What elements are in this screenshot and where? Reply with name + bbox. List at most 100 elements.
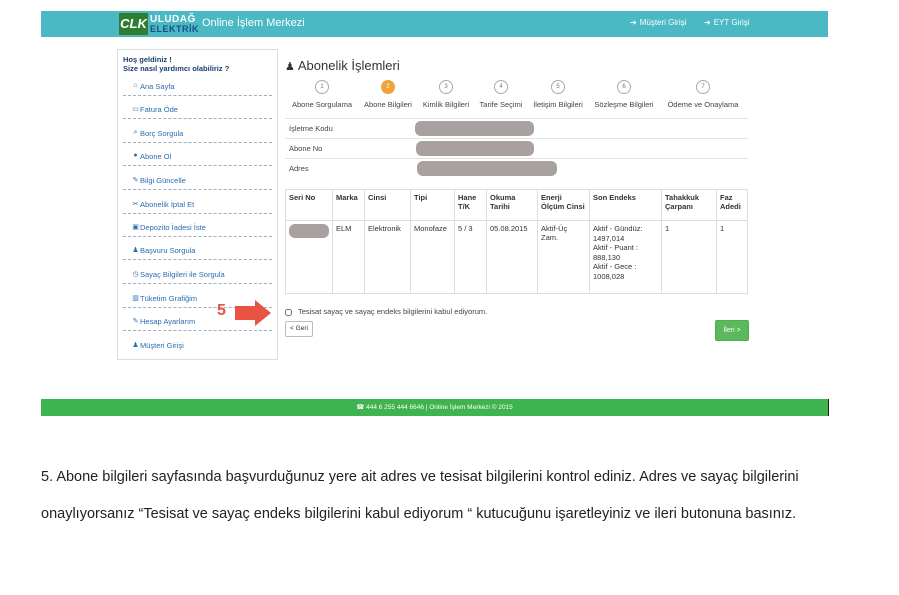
clock-icon: ◷	[132, 271, 139, 278]
edit-icon: ✎	[132, 177, 139, 184]
col-last-index: Son Endeks	[589, 189, 662, 221]
sidebar-item-label: Bilgi Güncelle	[140, 176, 186, 185]
edit-icon: ✎	[132, 318, 139, 325]
cell-energy-type: Aktif-Üç Zam.	[537, 220, 590, 294]
cell-serial-no	[285, 220, 333, 294]
redacted-value	[416, 141, 534, 156]
step-number: 1	[315, 80, 329, 94]
col-energy-type: Enerji Ölçüm Cinsi	[537, 189, 590, 221]
sidebar-item-label: Abonelik İptal Et	[140, 200, 195, 209]
sidebar-item-debt-query[interactable]: ⌕ Borç Sorgula	[123, 120, 272, 143]
sign-in-icon: ➜	[630, 18, 637, 27]
uludag-elektrik-logo[interactable]: CLK ULUDAĞ ELEKTRİK	[119, 13, 199, 35]
globe-icon: ●	[133, 152, 138, 159]
col-phase-type: Tipi	[410, 189, 455, 221]
bar-chart-icon: ▥	[132, 295, 139, 302]
users-icon: ♟	[132, 342, 139, 349]
agree-checkbox[interactable]	[285, 308, 292, 316]
step-number: 6	[617, 80, 631, 94]
sidebar-item-label: Depozito İadesi İste	[140, 223, 206, 232]
nav-customer-login[interactable]: ➜ Müşteri Girişi	[630, 18, 686, 27]
cell-digits: 5 / 3	[454, 220, 487, 294]
sidebar-item-deposit-refund[interactable]: ▣ Depozito İadesi İste	[123, 214, 272, 237]
top-navbar: CLK ULUDAĞ ELEKTRİK Online İşlem Merkezi…	[41, 11, 828, 37]
page-title-text: Abonelik İşlemleri	[297, 58, 400, 73]
sidebar-item-label: Sayaç Bilgileri ile Sorgula	[140, 270, 225, 279]
info-row-business-code: İşletme Kodu	[285, 118, 748, 136]
welcome-line-2: Size nasıl yardımcı olabiliriz ?	[123, 64, 230, 73]
cell-brand: ELM	[332, 220, 365, 294]
cell-type: Elektronik	[364, 220, 411, 294]
step-6[interactable]: 6 Sözleşme Bilgileri	[584, 80, 664, 109]
step-annotation-number: 5	[217, 302, 226, 319]
step-number: 4	[494, 80, 508, 94]
page-title: ♟ Abonelik İşlemleri	[285, 58, 400, 73]
redacted-value	[415, 121, 534, 136]
cell-phase-count: 1	[716, 220, 748, 294]
info-label: Adres	[289, 164, 309, 173]
cell-multiplier: 1	[661, 220, 717, 294]
next-button[interactable]: İleri >	[715, 320, 749, 341]
sidebar-item-customer-login[interactable]: ♟ Müşteri Girişi	[123, 332, 272, 354]
redacted-value	[417, 161, 557, 176]
sidebar-item-application-query[interactable]: ♟ Başvuru Sorgula	[123, 237, 272, 260]
screenshot-frame: CLK ULUDAĞ ELEKTRİK Online İşlem Merkezi…	[41, 11, 828, 416]
sidebar-item-update-info[interactable]: ✎ Bilgi Güncelle	[123, 167, 272, 190]
step-7[interactable]: 7 Ödeme ve Onaylama	[663, 80, 743, 109]
instruction-text: 5. Abone bilgileri sayfasında başvurduğu…	[41, 469, 799, 522]
money-icon: ▣	[132, 224, 139, 231]
sidebar-item-label: Abone Ol	[140, 152, 172, 161]
step-number: 5	[551, 80, 565, 94]
nav-eyt-login-label: EYT Girişi	[713, 18, 750, 27]
table-row: ELM Elektronik Monofaze 5 / 3 05.08.2015…	[285, 220, 748, 294]
info-label: İşletme Kodu	[289, 124, 333, 133]
search-icon: ⌕	[133, 129, 138, 136]
table-header-row: Seri No Marka Cinsi Tipi Hane T/K Okuma …	[285, 189, 748, 221]
sidebar-item-label: Hesap Ayarlarım	[140, 317, 196, 326]
agree-row: Tesisat sayaç ve sayaç endeks bilgilerin…	[285, 307, 487, 316]
logo-text-line2: ELEKTRİK	[150, 24, 199, 34]
sidebar-item-label: Fatura Öde	[140, 105, 178, 114]
home-icon: ⌂	[133, 82, 138, 89]
sign-in-icon: ➜	[704, 18, 711, 27]
sidebar-item-label: Başvuru Sorgula	[140, 246, 196, 255]
footer-bar: ☎ 444 6 255 444 6646 | Online İşlem Merk…	[41, 399, 828, 416]
col-read-date: Okuma Tarihi	[486, 189, 538, 221]
info-row-address: Adres	[285, 158, 748, 176]
sidebar-item-cancel-subscription[interactable]: ✂ Abonelik İptal Et	[123, 191, 272, 214]
info-row-subscriber-no: Abone No	[285, 138, 748, 156]
nav-eyt-login[interactable]: ➜ EYT Girişi	[704, 18, 750, 27]
col-digits: Hane T/K	[454, 189, 487, 221]
back-button[interactable]: < Geri	[285, 321, 313, 337]
info-label: Abone No	[289, 144, 323, 153]
credit-card-icon: ▭	[132, 106, 139, 113]
step-number: 7	[696, 80, 710, 94]
welcome-text: Hoş geldiniz ! Size nasıl yardımcı olabi…	[123, 55, 229, 73]
col-phase-count: Faz Adedi	[716, 189, 748, 221]
logo-mark: CLK	[119, 13, 148, 35]
col-multiplier: Tahakkuk Çarpanı	[661, 189, 717, 221]
sidebar-item-label: Borç Sorgula	[140, 129, 184, 138]
cell-last-index: Aktif - Gündüz: 1497,014 Aktif - Puant :…	[589, 220, 662, 294]
step-number: 3	[439, 80, 453, 94]
col-serial-no: Seri No	[285, 189, 333, 221]
sidebar-item-meter-query[interactable]: ◷ Sayaç Bilgileri ile Sorgula	[123, 261, 272, 284]
cell-read-date: 05.08.2015	[486, 220, 538, 294]
scissors-icon: ✂	[132, 201, 139, 208]
col-brand: Marka	[332, 189, 365, 221]
sidebar-item-home[interactable]: ⌂ Ana Sayfa	[123, 73, 272, 96]
welcome-line-1: Hoş geldiniz !	[123, 55, 172, 64]
step-label: Sözleşme Bilgileri	[594, 100, 654, 109]
meter-table: Seri No Marka Cinsi Tipi Hane T/K Okuma …	[285, 189, 748, 294]
site-title[interactable]: Online İşlem Merkezi	[202, 17, 305, 29]
user-plus-icon: ♟	[132, 247, 139, 254]
cell-phase-type: Monofaze	[410, 220, 455, 294]
sidebar-item-label: Ana Sayfa	[140, 82, 175, 91]
divider-line	[828, 399, 829, 416]
col-type: Cinsi	[364, 189, 411, 221]
sidebar-item-subscribe[interactable]: ● Abone Ol	[123, 143, 272, 166]
agree-checkbox-label[interactable]: Tesisat sayaç ve sayaç endeks bilgilerin…	[298, 307, 487, 316]
user-icon: ♟	[285, 61, 295, 73]
step-label: Ödeme ve Onaylama	[667, 100, 739, 109]
sidebar-item-pay-bill[interactable]: ▭ Fatura Öde	[123, 96, 272, 119]
